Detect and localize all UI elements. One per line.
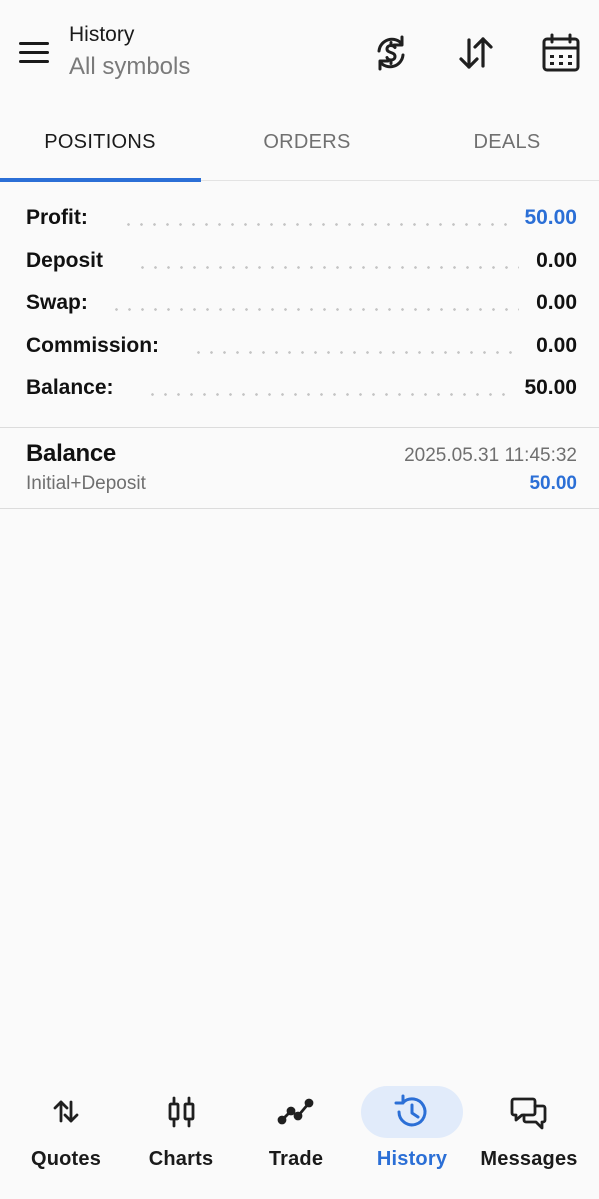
tab-orders[interactable]: ORDERS [207,108,407,182]
nav-label: Quotes [30,1148,102,1170]
nav-label: Charts [148,1148,214,1170]
tab-positions[interactable]: POSITIONS [0,108,200,182]
summary-value: 0.00 [530,333,577,358]
summary-row-profit: Profit: 50.00 [0,198,599,241]
deal-comment: Initial+Deposit [26,473,146,494]
dot-leader [192,350,519,354]
quotes-icon [46,1092,86,1132]
calendar-icon[interactable] [540,32,582,74]
symbol-filter[interactable]: All symbols [69,51,190,83]
tab-deals[interactable]: DEALS [407,108,599,182]
divider [0,508,599,509]
sort-icon[interactable] [455,32,497,74]
currency-exchange-icon[interactable] [370,32,412,74]
title-block: History All symbols [69,22,190,83]
page-title: History [69,23,135,46]
active-tab-indicator [0,178,201,182]
summary-value: 50.00 [518,376,577,400]
dot-leader [146,393,509,396]
deal-amount: 50.00 [529,473,577,494]
summary-value: 0.00 [530,248,577,273]
deal-type: Balance [26,440,116,467]
history-tabs: POSITIONS ORDERS DEALS [0,108,599,182]
summary-value: 50.00 [518,206,577,230]
nav-item-trade[interactable]: Trade [237,1080,355,1190]
summary-label: Profit: [26,206,94,230]
bottom-navigation: Quotes Charts Trade History Messages [0,1080,599,1199]
list-item[interactable]: Balance 2025.05.31 11:45:32 Initial+Depo… [0,428,599,508]
summary-panel: Profit: 50.00 Deposit 0.00 Swap: 0.00 Co… [0,198,599,411]
messages-icon [509,1092,549,1132]
dot-leader [122,223,509,226]
summary-label: Commission: [26,333,166,358]
dot-leader [110,308,519,311]
trade-line-icon [276,1092,316,1132]
nav-item-messages[interactable]: Messages [470,1080,588,1190]
nav-item-quotes[interactable]: Quotes [7,1080,125,1190]
summary-row-swap: Swap: 0.00 [0,283,599,326]
summary-value: 0.00 [530,291,577,315]
summary-label: Balance: [26,376,120,400]
summary-label: Swap: [26,291,94,315]
history-screen: History All symbols POSITIONS ORDERS DEA… [0,0,599,1199]
nav-label: Messages [480,1148,578,1170]
nav-item-history[interactable]: History [353,1080,471,1190]
nav-label: Trade [268,1148,324,1170]
summary-row-deposit: Deposit 0.00 [0,241,599,284]
summary-label: Deposit [26,248,110,273]
summary-row-balance: Balance: 50.00 [0,368,599,411]
menu-icon[interactable] [14,36,54,72]
candlestick-icon [161,1092,201,1132]
summary-row-commission: Commission: 0.00 [0,326,599,369]
top-bar: History All symbols [0,0,599,108]
history-icon [392,1092,432,1132]
nav-label: History [376,1148,448,1170]
dot-leader [136,265,519,269]
deal-time: 2025.05.31 11:45:32 [404,445,577,466]
nav-item-charts[interactable]: Charts [122,1080,240,1190]
